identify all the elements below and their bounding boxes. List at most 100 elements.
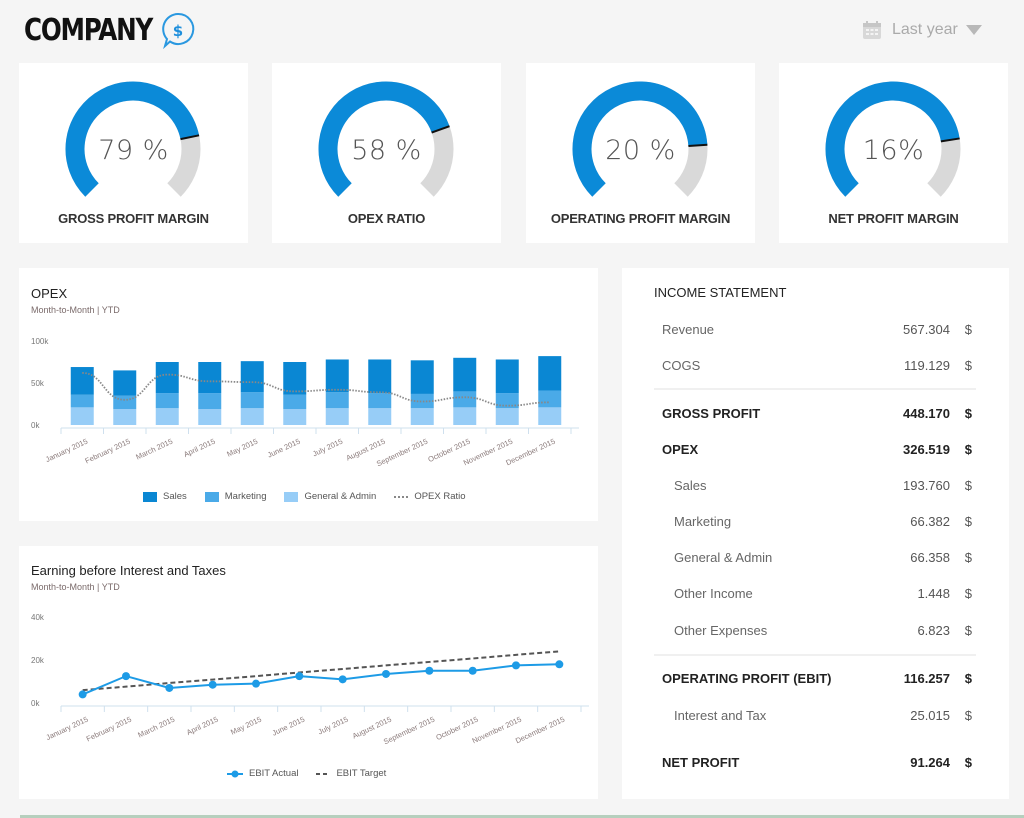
bar-sales bbox=[538, 356, 562, 391]
bar-sales bbox=[325, 359, 349, 393]
bar-marketing bbox=[240, 392, 264, 409]
row-gross-profit: GROSS PROFIT 448.170 $ bbox=[662, 403, 972, 423]
dollar-chat-bubble-icon: $ bbox=[158, 10, 198, 50]
kpi-card-opex-ratio: 58 % OPEX RATIO bbox=[272, 63, 501, 243]
bar-sales bbox=[113, 370, 137, 396]
x-tick-label: February 2015 bbox=[84, 437, 132, 466]
row-currency: $ bbox=[964, 513, 972, 529]
bar-marketing bbox=[283, 394, 307, 410]
point-ebit-actual bbox=[295, 672, 304, 681]
bar-sales bbox=[70, 367, 94, 395]
bar-sales bbox=[240, 361, 264, 393]
legend-item-sales[interactable]: Sales bbox=[143, 491, 187, 502]
point-ebit-actual bbox=[338, 675, 347, 684]
bar-marketing bbox=[453, 391, 477, 408]
legend-label: EBIT Target bbox=[336, 768, 387, 779]
x-tick-label: April 2015 bbox=[185, 715, 219, 737]
legend-item-marketing[interactable]: Marketing bbox=[204, 491, 267, 502]
row-value: 119.129 bbox=[903, 357, 950, 373]
row-opex: OPEX 326.519 $ bbox=[662, 439, 972, 459]
bar-sales bbox=[453, 357, 477, 392]
row-value: 567.304 bbox=[903, 321, 950, 337]
x-tick-label: June 2015 bbox=[266, 437, 302, 460]
row-label: COGS bbox=[662, 357, 701, 373]
legend-swatch bbox=[284, 491, 299, 502]
svg-text:$: $ bbox=[173, 22, 183, 40]
opex-chart: 0k 50k 100k January 2015February 2015 March … bbox=[31, 337, 579, 468]
y-tick-label: 0k bbox=[31, 421, 40, 430]
income-statement-title: INCOME STATEMENT bbox=[654, 285, 787, 300]
kpi-label: GROSS PROFIT MARGIN bbox=[58, 211, 209, 226]
kpi-value: 20 % bbox=[605, 135, 676, 166]
legend-label: Marketing bbox=[224, 491, 267, 502]
row-label: Interest and Tax bbox=[674, 707, 767, 723]
legend-item-ebit-target[interactable]: EBIT Target bbox=[316, 768, 386, 779]
y-tick-label: 40k bbox=[31, 613, 45, 622]
row-currency: $ bbox=[964, 585, 972, 601]
row-label: Other Income bbox=[674, 585, 753, 601]
x-tick-label: May 2015 bbox=[229, 715, 263, 737]
bar-marketing bbox=[325, 392, 349, 409]
kpi-label: OPEX RATIO bbox=[347, 211, 426, 226]
kpi-value: 79 % bbox=[98, 135, 169, 166]
point-ebit-actual bbox=[165, 683, 174, 692]
point-ebit-actual bbox=[512, 661, 520, 670]
row-value: 116.257 bbox=[903, 670, 950, 686]
x-tick-label: March 2015 bbox=[136, 715, 176, 740]
caret-down-icon bbox=[965, 25, 982, 35]
divider bbox=[654, 388, 976, 390]
row-label: Other Expenses bbox=[674, 622, 768, 638]
kpi-card-operating-profit-margin: 20 % OPERATING PROFIT MARGIN bbox=[526, 63, 755, 243]
x-tick-label: April 2015 bbox=[182, 437, 216, 459]
point-ebit-actual bbox=[555, 660, 564, 669]
kpi-label: OPERATING PROFIT MARGIN bbox=[550, 211, 731, 226]
bar-marketing bbox=[538, 390, 562, 408]
legend-swatch bbox=[316, 772, 331, 775]
legend-item-general-admin[interactable]: General & Admin bbox=[284, 491, 376, 502]
legend-label: OPEX Ratio bbox=[414, 491, 466, 502]
divider bbox=[654, 654, 976, 656]
kpi-value: 16% bbox=[862, 135, 925, 166]
y-tick-label: 100k bbox=[31, 337, 49, 346]
legend-item-ebit-actual[interactable]: EBIT Actual bbox=[227, 768, 298, 779]
legend-label: EBIT Actual bbox=[249, 768, 299, 779]
row-currency: $ bbox=[964, 622, 972, 638]
row-operating-profit: OPERATING PROFIT (EBIT) 116.257 $ bbox=[662, 668, 972, 688]
row-other-expenses: Other Expenses 6.823 $ bbox=[662, 620, 972, 640]
point-ebit-actual bbox=[468, 666, 477, 675]
point-ebit-actual bbox=[425, 666, 434, 675]
bar-general-admin bbox=[283, 409, 307, 425]
row-currency: $ bbox=[964, 357, 972, 373]
row-currency: $ bbox=[964, 321, 972, 337]
row-value: 66.382 bbox=[910, 513, 950, 529]
point-ebit-actual bbox=[208, 680, 217, 689]
period-selector[interactable]: Last year bbox=[862, 16, 982, 44]
brand-logo: COMPANY $ bbox=[24, 10, 198, 50]
bar-general-admin bbox=[538, 407, 562, 425]
row-label: Marketing bbox=[674, 513, 732, 529]
row-label: Revenue bbox=[662, 321, 715, 337]
legend-swatch bbox=[204, 491, 219, 502]
row-value: 326.519 bbox=[903, 441, 950, 457]
kpi-label: NET PROFIT MARGIN bbox=[828, 211, 959, 226]
bar-sales bbox=[198, 362, 222, 394]
row-label: General & Admin bbox=[674, 549, 773, 565]
bar-general-admin bbox=[495, 408, 519, 425]
brand-name: COMPANY bbox=[24, 12, 153, 48]
bar-marketing bbox=[368, 393, 392, 409]
x-tick-label: January 2015 bbox=[44, 437, 89, 464]
bar-general-admin bbox=[113, 409, 137, 425]
bar-sales bbox=[410, 360, 434, 394]
row-label: GROSS PROFIT bbox=[662, 405, 761, 421]
row-currency: $ bbox=[964, 405, 972, 421]
row-currency: $ bbox=[964, 477, 972, 493]
bar-general-admin bbox=[453, 407, 477, 425]
row-label: OPERATING PROFIT (EBIT) bbox=[662, 670, 832, 686]
x-tick-label: May 2015 bbox=[225, 437, 259, 459]
bar-general-admin bbox=[155, 408, 179, 425]
x-tick-label: December 2015 bbox=[514, 715, 566, 746]
legend-item-opex-ratio[interactable]: OPEX Ratio bbox=[394, 491, 466, 502]
row-net-profit: NET PROFIT 91.264 $ bbox=[662, 752, 972, 772]
ebit-chart-card: Earning before Interest and Taxes Month-… bbox=[19, 546, 598, 799]
row-currency: $ bbox=[964, 754, 972, 770]
